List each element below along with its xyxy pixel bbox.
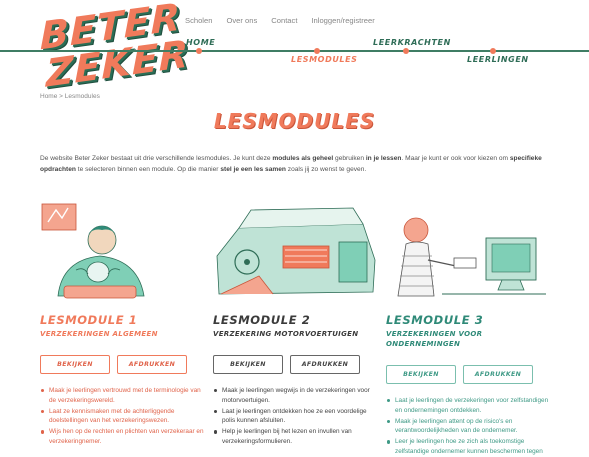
module-1-actions: BEKIJKEN AFDRUKKEN <box>40 355 205 374</box>
list-item: Maak je leerlingen vertrouwd met de term… <box>40 386 205 405</box>
intro-text-5: zoals jij zo wenst te geven. <box>285 166 367 173</box>
module-3-actions: BEKIJKEN AFDRUKKEN <box>386 365 551 384</box>
list-item: Laat ze kennismaken met de achterliggend… <box>40 407 205 426</box>
main-nav-line <box>0 50 589 52</box>
module-3-illustration <box>397 217 546 297</box>
module-1-card: LESMODULE 1 VERZEKERINGEN ALGEMEEN BEKIJ… <box>40 200 205 448</box>
intro-text-4: te selecteren binnen een module. Op die … <box>75 166 221 173</box>
module-1-title[interactable]: LESMODULE 1 <box>40 313 205 327</box>
module-2-view-button[interactable]: BEKIJKEN <box>213 355 283 374</box>
mainnav-leerkrachten[interactable]: LEERKRACHTEN <box>373 38 451 47</box>
list-item: Maak je leerlingen attent op de risico's… <box>386 417 551 436</box>
intro-text-3: . Maar je kunt er ook voor kiezen om <box>401 155 510 162</box>
module-2-title[interactable]: LESMODULE 2 <box>213 313 378 327</box>
breadcrumb-separator: > <box>57 93 65 100</box>
module-3-card: LESMODULE 3 VERZEKERINGEN VOOR ONDERNEMI… <box>386 200 551 457</box>
module-1-bullets: Maak je leerlingen vertrouwd met de term… <box>40 386 205 447</box>
module-3-view-button[interactable]: BEKIJKEN <box>386 365 456 384</box>
intro-bold-1: modules als geheel <box>272 155 334 162</box>
list-item: Wijs hen op de rechten en plichten van v… <box>40 427 205 446</box>
intro-text-1: De website Beter Zeker bestaat uit drie … <box>40 155 273 162</box>
module-3-bullets: Laat je leerlingen de verzekeringen voor… <box>386 396 551 457</box>
topnav-login-register[interactable]: Inloggen/registreer <box>311 16 374 25</box>
breadcrumb-current: Lesmodules <box>64 93 100 100</box>
topnav-over-ons[interactable]: Over ons <box>226 16 257 25</box>
page-title: LESMODULES <box>213 109 376 133</box>
module-2-print-button[interactable]: AFDRUKKEN <box>290 355 360 374</box>
module-2-bullets: Maak je leerlingen wegwijs in de verzeke… <box>213 386 378 447</box>
list-item: Leer je leerlingen hoe ze zich als toeko… <box>386 437 551 457</box>
module-2-card: LESMODULE 2 VERZEKERING MOTORVOERTUIGEN … <box>213 200 378 448</box>
module-3-print-button[interactable]: AFDRUKKEN <box>463 365 533 384</box>
breadcrumb-home[interactable]: Home <box>40 93 57 100</box>
nav-dot-leerkrachten <box>403 47 409 54</box>
module-2-illustration <box>216 207 376 295</box>
list-item: Maak je leerlingen wegwijs in de verzeke… <box>213 386 378 405</box>
module-1-print-button[interactable]: AFDRUKKEN <box>117 355 187 374</box>
module-1-illustration <box>41 203 145 299</box>
nav-dot-home <box>196 47 202 54</box>
module-1-view-button[interactable]: BEKIJKEN <box>40 355 110 374</box>
topnav-scholen[interactable]: Scholen <box>185 16 212 25</box>
mainnav-home[interactable]: HOME <box>186 38 215 47</box>
breadcrumb: Home > Lesmodules <box>40 93 100 100</box>
nav-dot-leerlingen <box>490 47 496 54</box>
module-2-subtitle: VERZEKERING MOTORVOERTUIGEN <box>213 330 359 338</box>
intro-bold-2: in je lessen <box>365 155 402 162</box>
list-item: Help je leerlingen bij het lezen en invu… <box>213 427 378 446</box>
topnav-contact[interactable]: Contact <box>271 16 297 25</box>
nav-dot-lesmodules <box>314 47 320 54</box>
top-navigation: Scholen Over ons Contact Inloggen/regist… <box>185 16 375 25</box>
module-1-subtitle: VERZEKERINGEN ALGEMEEN <box>40 330 158 338</box>
intro-paragraph: De website Beter Zeker bestaat uit drie … <box>40 153 555 175</box>
list-item: Laat je leerlingen de verzekeringen voor… <box>386 396 551 415</box>
module-3-title[interactable]: LESMODULE 3 <box>386 313 551 327</box>
module-2-actions: BEKIJKEN AFDRUKKEN <box>213 355 378 374</box>
intro-bold-4: stel je een les samen <box>220 166 286 173</box>
list-item: Laat je leerlingen ontdekken hoe ze een … <box>213 407 378 426</box>
module-3-subtitle: VERZEKERINGEN VOOR ONDERNEMINGEN <box>386 330 483 348</box>
intro-text-2: gebruiken <box>333 155 366 162</box>
mainnav-lesmodules[interactable]: LESMODULES <box>291 55 358 64</box>
mainnav-leerlingen[interactable]: LEERLINGEN <box>467 55 529 64</box>
